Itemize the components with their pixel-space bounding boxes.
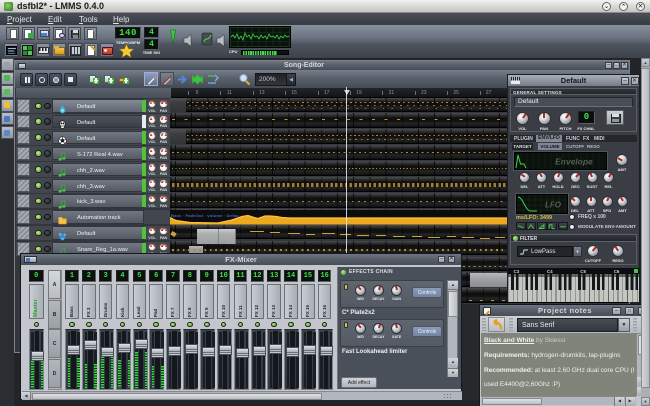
svg-text:Envelope: Envelope	[555, 156, 593, 166]
svg-text:LFO: LFO	[545, 200, 562, 209]
